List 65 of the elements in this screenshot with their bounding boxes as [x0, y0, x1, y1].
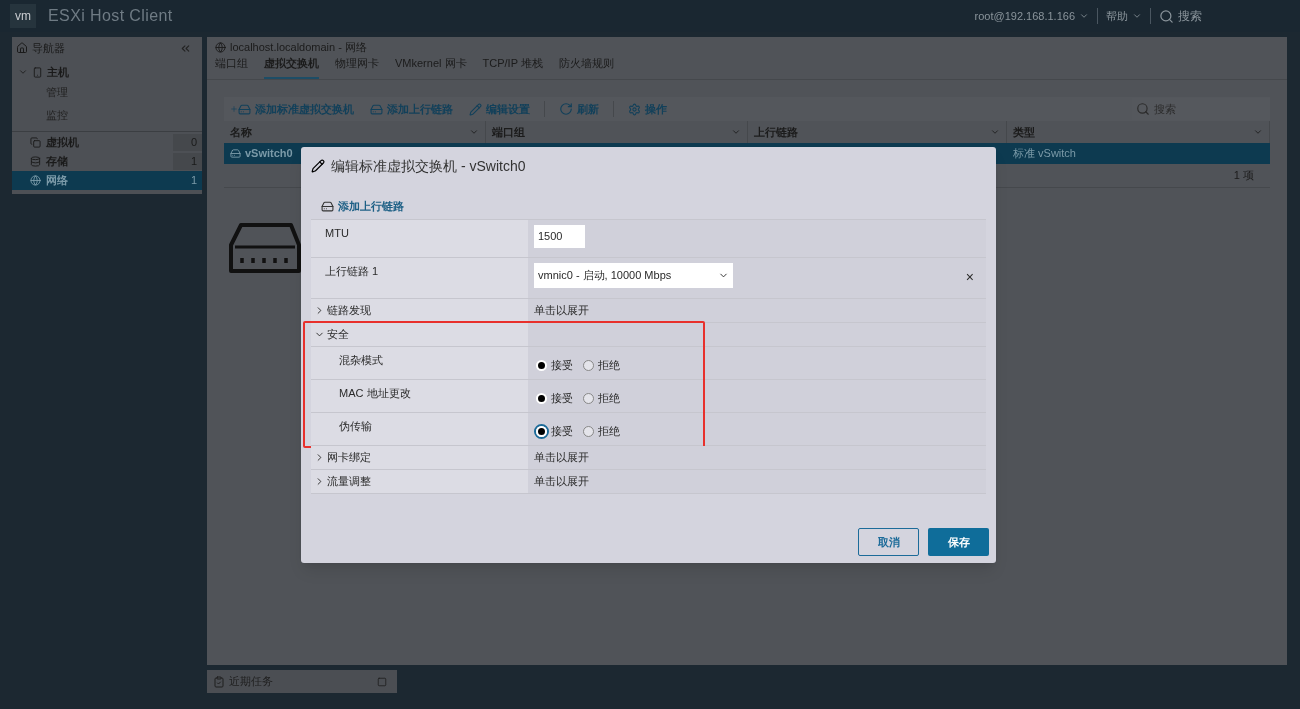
settings-icon [628, 102, 641, 116]
host-node[interactable]: 主机 [12, 64, 202, 81]
toolbar-button[interactable]: 编辑设置 [467, 100, 532, 118]
section-label: 安全 [327, 327, 349, 343]
radio-option[interactable]: 接受 [534, 357, 573, 374]
setting-label: 伪传输 [311, 413, 528, 445]
search-icon [1159, 8, 1174, 24]
home-icon [16, 42, 28, 54]
section-label: 链路发现 [327, 303, 371, 319]
sort-icon [731, 127, 741, 137]
nav-item[interactable]: 网络 1 [12, 170, 202, 190]
field-label: MTU [311, 220, 528, 257]
mtu-input[interactable]: 1500 [534, 225, 585, 248]
save-button[interactable]: 保存 [928, 528, 989, 556]
toolbar-button[interactable]: 刷新 [557, 100, 601, 118]
host-icon [32, 66, 43, 78]
radio-option[interactable]: 拒绝 [581, 390, 620, 407]
radio-option[interactable]: 拒绝 [581, 357, 620, 374]
add-uplink-link[interactable]: 添加上行链路 [321, 197, 996, 215]
caret-icon [1132, 11, 1142, 21]
nav-icon [30, 174, 41, 186]
dialog-title: 编辑标准虚拟交换机 - vSwitch0 [331, 156, 526, 176]
logo: vm [10, 4, 36, 28]
sort-icon [1253, 127, 1263, 137]
field-label: 上行链路 1 [311, 258, 528, 298]
expand-hint: 单击以展开 [534, 303, 589, 319]
expand-hint: 单击以展开 [534, 474, 589, 490]
table-cell-text: vSwitch0 [245, 146, 293, 162]
uplink-select[interactable]: vmnic0 - 启动, 10000 Mbps [534, 263, 733, 288]
remove-button[interactable]: × [965, 267, 974, 288]
toolbar-button[interactable]: 操作 [626, 100, 669, 118]
search-icon [1136, 102, 1150, 116]
nav-icon [30, 155, 41, 167]
radio-option[interactable]: 拒绝 [581, 423, 620, 440]
tab[interactable]: 虚拟交换机 [264, 54, 319, 79]
table-cell-text: 标准 vSwitch [1012, 146, 1077, 162]
expand-hint: 单击以展开 [534, 450, 589, 466]
setting-label: 混杂模式 [311, 347, 528, 379]
network-icon [215, 42, 226, 53]
refresh-icon [559, 102, 573, 116]
switch-drawing [229, 222, 301, 274]
switch-icon [230, 148, 241, 159]
pencil-icon [469, 102, 482, 116]
setting-label: MAC 地址更改 [311, 380, 528, 412]
sort-icon [990, 127, 1000, 137]
cancel-button[interactable]: 取消 [858, 528, 919, 556]
help-menu[interactable]: 帮助 [1098, 7, 1150, 25]
toolbar-button[interactable]: 添加上行链路 [368, 100, 455, 118]
app-title: ESXi Host Client [48, 6, 173, 26]
radio-option[interactable]: 接受 [534, 390, 573, 407]
section-label: 流量调整 [327, 474, 371, 490]
pencil-icon [311, 159, 325, 173]
restore-icon[interactable] [377, 676, 387, 687]
section-label: 网卡绑定 [327, 450, 371, 466]
uplink-icon [321, 199, 334, 213]
search-button[interactable]: 搜索 [1151, 7, 1210, 25]
caret-icon [1079, 11, 1089, 21]
sort-icon [469, 127, 479, 137]
user-menu[interactable]: root@192.168.1.166 [966, 7, 1097, 25]
clipboard-icon [213, 675, 225, 688]
uplink-icon [370, 102, 383, 116]
radio-option[interactable]: 接受 [534, 423, 573, 440]
toolbar-button[interactable]: 添加标准虚拟交换机 [228, 100, 356, 118]
nav-icon [30, 136, 41, 148]
add-switch-icon [230, 102, 251, 116]
